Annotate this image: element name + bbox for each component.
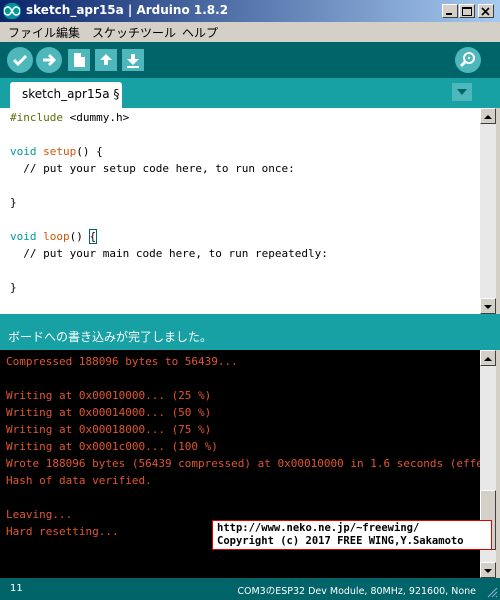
open-button[interactable] [95, 49, 117, 71]
board-info: COM3のESP32 Dev Module, 80MHz, 921600, No… [237, 586, 476, 597]
menu-tools[interactable]: ツール [140, 24, 176, 41]
footer-status: 11 COM3のESP32 Dev Module, 80MHz, 921600,… [0, 578, 500, 600]
verify-button[interactable] [7, 47, 33, 73]
close-button[interactable] [478, 4, 494, 18]
resize-grip-icon[interactable] [486, 586, 498, 598]
split-divider[interactable] [0, 314, 500, 322]
tab-menu-button[interactable] [452, 83, 472, 101]
line-number: 11 [10, 583, 23, 594]
code-line: // put your setup code here, to run once… [10, 162, 295, 175]
status-bar: ボードへの書き込みが完了しました。 [0, 322, 500, 350]
checkmark-icon [12, 54, 28, 67]
menu-edit[interactable]: 編集 [56, 24, 80, 41]
tab-sketch[interactable]: sketch_apr15a § [10, 82, 122, 108]
code-line: // put your main code here, to run repea… [10, 247, 328, 260]
code-line: #include <dummy.h> [10, 111, 130, 124]
triangle-up-icon [484, 115, 492, 119]
scroll-up-button[interactable] [480, 108, 496, 124]
watermark-box: http://www.neko.ne.jp/~freewing/ Copyrig… [212, 520, 492, 550]
scroll-down-button[interactable] [480, 298, 496, 314]
console-line: Writing at 0x0001c000... (100 %) [6, 440, 218, 453]
arrow-right-icon [43, 53, 57, 67]
menu-file[interactable]: ファイル [8, 24, 56, 41]
triangle-down-icon [484, 569, 492, 573]
console-line: Hard resetting... [6, 525, 119, 538]
window-title: sketch_apr15a | Arduino 1.8.2 [26, 3, 229, 17]
new-button[interactable] [68, 49, 90, 71]
code-line: } [10, 281, 17, 294]
arrow-down-icon [127, 54, 139, 68]
watermark-url: http://www.neko.ne.jp/~freewing/ [217, 522, 420, 534]
tab-label: sketch_apr15a § [22, 87, 120, 101]
triangle-down-icon [484, 305, 492, 309]
new-file-icon [74, 53, 85, 67]
scroll-up-button[interactable] [480, 350, 496, 366]
console-line: Hash of data verified. [6, 474, 152, 487]
console-line: Leaving... [6, 508, 73, 521]
title-bar: sketch_apr15a | Arduino 1.8.2 [0, 0, 500, 22]
arduino-logo-icon [3, 3, 21, 19]
console-line: Writing at 0x00010000... (25 %) [6, 389, 212, 402]
menu-sketch[interactable]: スケッチ [92, 24, 140, 41]
code-line: void loop() { [10, 229, 98, 244]
menu-help[interactable]: ヘルプ [182, 24, 218, 41]
magnifier-icon [459, 52, 475, 68]
editor-scrollbar[interactable] [480, 108, 496, 314]
triangle-down-icon [452, 83, 472, 101]
console-line: Writing at 0x00018000... (75 %) [6, 423, 212, 436]
serial-monitor-button[interactable] [455, 47, 481, 73]
scroll-down-button[interactable] [480, 562, 496, 578]
toolbar [0, 42, 500, 78]
triangle-up-icon [484, 357, 492, 361]
console-line: Wrote 188096 bytes (56439 compressed) at… [6, 457, 480, 470]
code-editor[interactable]: #include <dummy.h> void setup() { // put… [0, 108, 480, 314]
upload-button[interactable] [36, 47, 62, 73]
arrow-up-icon [100, 54, 112, 65]
code-line: } [10, 196, 17, 209]
menu-bar: ファイル 編集 スケッチ ツール ヘルプ [0, 22, 500, 42]
minimize-button[interactable] [442, 4, 458, 18]
save-button[interactable] [122, 49, 144, 71]
console-line: Writing at 0x00014000... (50 %) [6, 406, 212, 419]
code-line: void setup() { [10, 145, 103, 158]
status-message: ボードへの書き込みが完了しました。 [8, 330, 213, 344]
tab-bar: sketch_apr15a § [0, 78, 500, 108]
watermark-copyright: Copyright (c) 2017 FREE WING,Y.Sakamoto [217, 535, 464, 547]
maximize-button[interactable] [459, 4, 475, 18]
console-line: Compressed 188096 bytes to 56439... [6, 355, 238, 368]
